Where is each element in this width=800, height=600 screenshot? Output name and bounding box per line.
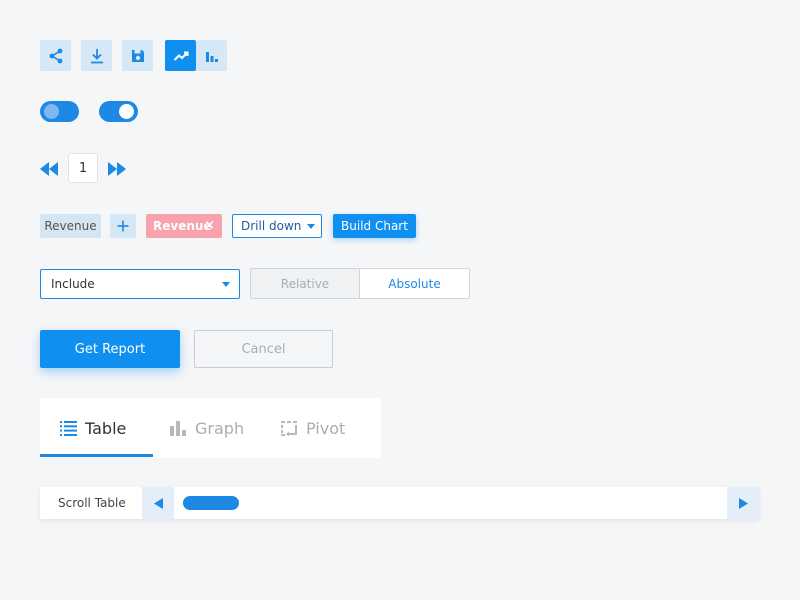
pivot-icon [281, 420, 298, 436]
active-tab-indicator [40, 454, 153, 457]
scroll-left-button[interactable] [142, 487, 174, 519]
toggle-knob [119, 104, 134, 119]
segment-absolute-label: Absolute [388, 276, 441, 291]
scroll-right-button[interactable] [727, 487, 759, 519]
scroll-table-label: Scroll Table [58, 496, 126, 510]
download-icon [90, 48, 103, 63]
cancel-button[interactable]: Cancel [194, 330, 333, 368]
build-chart-button[interactable]: Build Chart [333, 214, 416, 238]
view-tabs: Table Graph Pivot [40, 398, 381, 458]
revenue-tag-label: Revenue [44, 219, 97, 233]
cancel-label: Cancel [241, 341, 286, 357]
segment-relative-label: Relative [280, 276, 330, 291]
toggle-knob [44, 104, 59, 119]
toggle-off[interactable] [40, 101, 79, 122]
bar-chart-button[interactable] [196, 40, 227, 71]
share-button[interactable] [40, 40, 71, 71]
add-filter-button[interactable] [110, 214, 136, 238]
rewind-icon[interactable] [40, 162, 58, 176]
drill-down-dropdown[interactable]: Drill down [232, 214, 322, 238]
tab-table-label: Table [85, 418, 127, 438]
line-chart-icon [173, 51, 188, 61]
caret-left-icon [153, 497, 163, 509]
active-revenue-tag-label: Revenue [153, 219, 212, 233]
chevron-down-icon [307, 224, 315, 229]
list-icon [60, 420, 77, 436]
tab-table[interactable]: Table [60, 398, 126, 458]
drill-down-value: Drill down [241, 219, 302, 233]
toggle-on[interactable] [99, 101, 138, 122]
fast-forward-icon[interactable] [108, 162, 126, 176]
page-number: 1 [78, 160, 88, 176]
line-chart-button[interactable] [165, 40, 196, 71]
tab-pivot-label: Pivot [306, 418, 346, 438]
plus-icon [117, 220, 129, 232]
bar-chart-icon [205, 51, 218, 62]
page-number-input[interactable]: 1 [68, 153, 98, 183]
chevron-down-icon [222, 282, 230, 287]
segment-absolute[interactable]: Absolute [359, 268, 470, 299]
scroll-table: Scroll Table [40, 487, 759, 519]
tab-graph[interactable]: Graph [170, 398, 244, 458]
save-icon [131, 49, 144, 62]
tab-pivot[interactable]: Pivot [281, 398, 345, 458]
caret-right-icon [738, 497, 748, 509]
revenue-tag[interactable]: Revenue [40, 214, 101, 238]
include-select-value: Include [51, 277, 95, 291]
segment-relative[interactable]: Relative [250, 268, 360, 299]
active-revenue-tag[interactable]: Revenue × [146, 214, 222, 238]
bar-chart-icon [170, 420, 187, 436]
get-report-label: Get Report [74, 341, 146, 357]
save-button[interactable] [122, 40, 153, 71]
tab-graph-label: Graph [195, 418, 245, 438]
share-icon [49, 48, 62, 63]
download-button[interactable] [81, 40, 112, 71]
scroll-thumb[interactable] [183, 496, 239, 510]
get-report-button[interactable]: Get Report [40, 330, 180, 368]
build-chart-label: Build Chart [341, 219, 408, 233]
include-select[interactable]: Include [40, 269, 240, 299]
remove-tag-icon[interactable]: × [204, 219, 215, 232]
